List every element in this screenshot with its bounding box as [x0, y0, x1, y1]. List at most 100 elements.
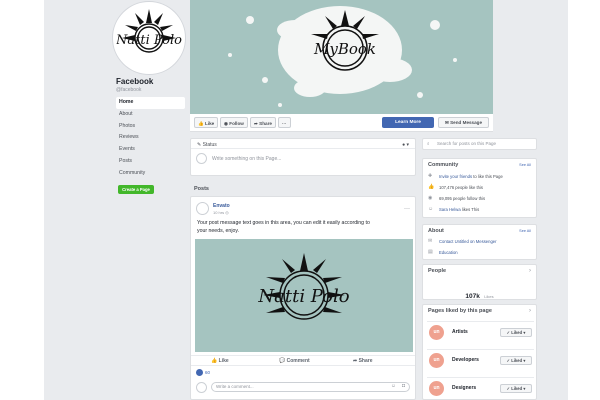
- post-comment-button[interactable]: 💬 Comment: [279, 357, 310, 366]
- nav-item-community[interactable]: Community: [116, 168, 185, 180]
- post-likes-count[interactable]: 60: [196, 369, 210, 376]
- comment-icon: 💬: [279, 358, 286, 364]
- page-search-input[interactable]: ⌕ Search for posts on this Page: [422, 138, 537, 150]
- pages-liked-title[interactable]: Pages liked by this page: [428, 308, 492, 314]
- post-card: Envato 10 hrs ◎ ··· Your post message te…: [190, 196, 416, 400]
- category-icon: ▤: [428, 249, 433, 255]
- liked-page-name[interactable]: Designers: [452, 385, 476, 391]
- liked-page-row: un Developers ✓ Liked ▾: [427, 349, 534, 369]
- chevron-right-icon[interactable]: ›: [529, 308, 531, 314]
- post-share-button[interactable]: ➦ Share: [353, 357, 373, 366]
- people-title[interactable]: People: [428, 268, 446, 274]
- about-see-all-link[interactable]: See All: [519, 229, 531, 233]
- emoji-icon[interactable]: ☺: [391, 383, 396, 389]
- share-icon: ➦: [353, 358, 358, 364]
- chevron-right-icon[interactable]: ›: [529, 268, 531, 274]
- svg-text:Natti Polo: Natti Polo: [116, 33, 182, 48]
- invite-friends-link[interactable]: Invite your friends: [439, 174, 472, 179]
- liked-page-avatar[interactable]: un: [429, 325, 444, 340]
- liked-page-avatar[interactable]: un: [429, 353, 444, 368]
- friend-likes-item: ☺ Sara Helwa likes This: [428, 206, 480, 212]
- left-column: Natti Polo Facebook @facebook Home About…: [44, 0, 190, 400]
- posts-heading: Posts: [194, 186, 209, 192]
- friends-icon: ☺: [428, 206, 434, 212]
- composer-avatar: [196, 153, 207, 164]
- post-text: Your post message text goes in this area…: [197, 220, 370, 234]
- rss-icon: ◉: [428, 195, 433, 201]
- invite-icon: ✚: [428, 173, 433, 179]
- audience-selector-icon[interactable]: ● ▾: [402, 142, 409, 148]
- page-action-bar: 👍 Like ◉ Follow ➦ Share ··· Learn More ✉…: [190, 114, 493, 132]
- post-like-button[interactable]: 👍 Like: [211, 357, 229, 366]
- page-handle: @facebook: [116, 87, 142, 93]
- friend-name-link[interactable]: Sara Helwa: [439, 207, 461, 212]
- share-page-button[interactable]: ➦ Share: [250, 117, 276, 128]
- page-navigation: Home About Photos Reviews Events Posts C…: [116, 97, 185, 180]
- post-image[interactable]: Natti Polo: [195, 239, 413, 352]
- page-name: Facebook: [116, 77, 154, 86]
- nav-item-about[interactable]: About: [116, 109, 185, 121]
- comment-input[interactable]: Write a comment...: [211, 382, 410, 392]
- community-title: Community: [428, 162, 459, 168]
- svg-text:Natti Polo: Natti Polo: [257, 286, 349, 307]
- pages-liked-card: Pages liked by this page › un Artists ✓ …: [422, 304, 537, 400]
- people-likes-stat: 107k Likes: [465, 293, 494, 300]
- commenter-avatar: [196, 381, 207, 393]
- post-action-bar: 👍 Like 💬 Comment ➦ Share: [191, 355, 415, 366]
- learn-more-button[interactable]: Learn More: [382, 117, 434, 128]
- category-item: ▤ Education: [428, 249, 458, 255]
- send-message-button[interactable]: ✉ Send Message: [438, 117, 489, 128]
- pencil-icon: ✎: [197, 142, 202, 148]
- liked-toggle-button[interactable]: ✓ Liked ▾: [500, 356, 532, 365]
- nav-item-reviews[interactable]: Reviews: [116, 132, 185, 144]
- thumbs-up-icon: 👍: [198, 121, 204, 126]
- follow-button[interactable]: ◉ Follow: [220, 117, 248, 128]
- liked-toggle-button[interactable]: ✓ Liked ▾: [500, 384, 532, 393]
- nav-item-home[interactable]: Home: [116, 97, 185, 109]
- about-title: About: [428, 228, 444, 234]
- liked-page-name[interactable]: Artists: [452, 329, 468, 335]
- post-timestamp[interactable]: 10 hrs ◎: [213, 210, 230, 215]
- liked-page-avatar[interactable]: un: [429, 381, 444, 396]
- share-icon: ➦: [254, 121, 258, 126]
- natti-polo-logo-icon: Natti Polo: [257, 253, 350, 320]
- category-link[interactable]: Education: [439, 250, 458, 255]
- status-composer: ✎ Status ● ▾ Write something on this Pag…: [190, 138, 416, 176]
- about-card: About See All ✉ Contact Untitled on Mess…: [422, 224, 537, 260]
- globe-icon: ◎: [225, 209, 229, 215]
- nav-item-events[interactable]: Events: [116, 144, 185, 156]
- status-input[interactable]: Write something on this Page...: [212, 156, 281, 162]
- profile-picture[interactable]: Natti Polo: [113, 2, 185, 74]
- cover-photo[interactable]: MyBook: [190, 0, 493, 114]
- post-options-icon[interactable]: ···: [404, 206, 410, 212]
- likes-count-item: 👍 107,476 people like this: [428, 184, 484, 190]
- follows-count-item: ◉ 69,095 people follow this: [428, 195, 486, 201]
- sunflower-logo-icon: Natti Polo: [116, 9, 182, 53]
- post-author-avatar[interactable]: [196, 202, 209, 215]
- messenger-contact-item: ✉ Contact Untitled on Messenger: [428, 238, 497, 244]
- create-page-button[interactable]: Create a Page: [118, 185, 154, 194]
- invite-friends-item: ✚ Invite your friends to like this Page: [428, 173, 503, 179]
- nav-item-posts[interactable]: Posts: [116, 156, 185, 168]
- messenger-icon: ✉: [444, 120, 449, 125]
- liked-toggle-button[interactable]: ✓ Liked ▾: [500, 328, 532, 337]
- svg-text:MyBook: MyBook: [313, 40, 376, 58]
- messenger-contact-link[interactable]: Contact Untitled on Messenger: [439, 239, 497, 244]
- more-options-button[interactable]: ···: [278, 117, 291, 128]
- liked-page-row: un Artists ✓ Liked ▾: [427, 321, 534, 341]
- camera-icon[interactable]: ◘: [402, 383, 405, 389]
- liked-page-row: un Designers ✓ Liked ▾: [427, 377, 534, 397]
- status-tab[interactable]: ✎ Status ● ▾: [191, 139, 415, 149]
- rss-icon: ◉: [224, 121, 229, 126]
- thumbs-up-icon: 👍: [428, 184, 435, 190]
- community-card: Community See All ✚ Invite your friends …: [422, 158, 537, 218]
- thumbs-up-icon: 👍: [211, 358, 218, 364]
- mybook-logo-icon: MyBook: [311, 10, 379, 71]
- facebook-page-frame: Natti Polo Facebook @facebook Home About…: [44, 0, 568, 400]
- nav-item-photos[interactable]: Photos: [116, 121, 185, 133]
- community-see-all-link[interactable]: See All: [519, 163, 531, 167]
- like-page-button[interactable]: 👍 Like: [194, 117, 219, 128]
- liked-page-name[interactable]: Developers: [452, 357, 479, 363]
- post-author[interactable]: Envato: [213, 203, 230, 209]
- comment-composer: Write a comment... ☺ ◘: [196, 381, 410, 393]
